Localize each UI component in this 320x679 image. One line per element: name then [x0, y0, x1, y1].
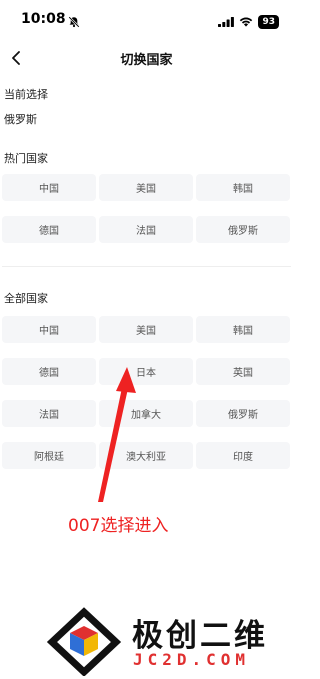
nav-bar: 切换国家: [0, 40, 293, 76]
country-chip[interactable]: 中国: [2, 316, 96, 343]
country-chip[interactable]: 印度: [196, 442, 290, 469]
annotation-text: 007选择进入: [68, 516, 169, 536]
country-chip[interactable]: 韩国: [196, 316, 290, 343]
current-country: 俄罗斯: [4, 113, 37, 126]
all-section-title: 全部国家: [4, 292, 48, 305]
country-chip[interactable]: 澳大利亚: [99, 442, 193, 469]
country-chip[interactable]: 俄罗斯: [196, 216, 290, 243]
all-country-grid: 中国 美国 韩国 德国 日本 英国 法国 加拿大 俄罗斯 阿根廷 澳大利亚 印度: [2, 316, 290, 469]
country-chip[interactable]: 英国: [196, 358, 290, 385]
country-chip[interactable]: 阿根廷: [2, 442, 96, 469]
country-chip[interactable]: 美国: [99, 316, 193, 343]
hot-section-title: 热门国家: [4, 152, 48, 165]
signal-icon: [218, 12, 235, 31]
country-chip[interactable]: 德国: [2, 216, 96, 243]
country-chip[interactable]: 日本: [99, 358, 193, 385]
country-chip[interactable]: 德国: [2, 358, 96, 385]
watermark-domain: JC2D.COM: [133, 650, 251, 669]
country-chip[interactable]: 法国: [2, 400, 96, 427]
watermark-logo: 极创二维 JC2D.COM: [44, 606, 284, 677]
current-section-title: 当前选择: [4, 88, 48, 101]
divider: [2, 266, 291, 267]
hot-country-grid: 中国 美国 韩国 德国 法国 俄罗斯: [2, 174, 290, 243]
watermark-name: 极创二维: [132, 618, 268, 654]
country-chip[interactable]: 韩国: [196, 174, 290, 201]
battery-indicator: 93: [258, 14, 279, 29]
country-chip[interactable]: 俄罗斯: [196, 400, 290, 427]
wifi-icon: [239, 12, 253, 31]
country-chip[interactable]: 加拿大: [99, 400, 193, 427]
country-chip[interactable]: 法国: [99, 216, 193, 243]
country-chip[interactable]: 美国: [99, 174, 193, 201]
page-title: 切换国家: [120, 53, 173, 68]
logo-mark-icon: [46, 607, 122, 677]
status-time: 10:08: [21, 11, 66, 27]
country-chip[interactable]: 中国: [2, 174, 96, 201]
bell-slash-icon: [68, 13, 80, 32]
status-bar: 10:08 93: [0, 0, 293, 38]
